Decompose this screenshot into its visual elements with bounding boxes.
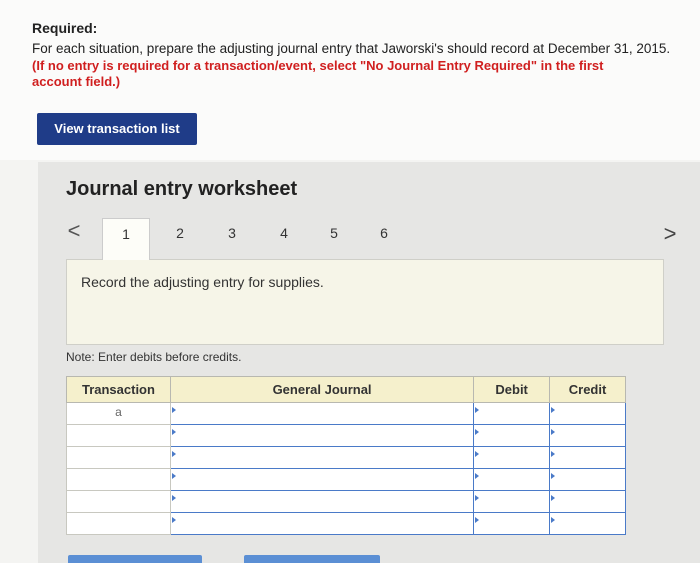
credit-input[interactable] <box>549 512 626 535</box>
tab-6[interactable]: 6 <box>360 218 408 248</box>
header-debit: Debit <box>473 376 551 403</box>
debit-input[interactable] <box>473 424 551 447</box>
transaction-cell: a <box>66 402 171 425</box>
table-row <box>66 512 626 535</box>
view-transaction-list-button[interactable]: View transaction list <box>37 113 197 145</box>
debit-input[interactable] <box>473 402 551 425</box>
instructions-panel: Required: For each situation, prepare th… <box>0 0 700 160</box>
required-label: Required: <box>32 20 98 36</box>
account-input[interactable] <box>169 512 475 535</box>
debit-input[interactable] <box>473 512 551 535</box>
instructions-text: For each situation, prepare the adjustin… <box>32 41 671 56</box>
credit-input[interactable] <box>549 446 626 469</box>
table-row <box>66 446 626 469</box>
account-input[interactable] <box>169 490 475 513</box>
tab-2[interactable]: 2 <box>156 218 204 248</box>
tab-1[interactable]: 1 <box>102 218 150 260</box>
chevron-right-icon[interactable]: > <box>660 222 680 246</box>
header-transaction: Transaction <box>66 376 171 403</box>
chevron-left-icon[interactable]: < <box>64 219 84 243</box>
credit-input[interactable] <box>549 468 626 491</box>
transaction-cell <box>66 424 171 447</box>
table-row <box>66 468 626 491</box>
instructions-note: (If no entry is required for a transacti… <box>32 58 604 89</box>
record-entry-button[interactable] <box>68 555 202 563</box>
worksheet-title: Journal entry worksheet <box>66 178 298 200</box>
transaction-cell <box>66 446 171 469</box>
transaction-cell <box>66 490 171 513</box>
debit-input[interactable] <box>473 468 551 491</box>
credit-input[interactable] <box>549 424 626 447</box>
debits-note: Note: Enter debits before credits. <box>66 350 242 364</box>
credit-input[interactable] <box>549 490 626 513</box>
account-input[interactable] <box>169 468 475 491</box>
header-general-journal: General Journal <box>169 376 475 403</box>
table-row <box>66 424 626 447</box>
table-row <box>66 490 626 513</box>
journal-table: Transaction General Journal Debit Credit… <box>66 376 626 535</box>
account-input[interactable] <box>169 424 475 447</box>
debit-input[interactable] <box>473 446 551 469</box>
journal-entry-worksheet: Journal entry worksheet < 1 2 3 4 5 6 > … <box>38 162 700 563</box>
account-input[interactable] <box>169 446 475 469</box>
tab-4[interactable]: 4 <box>260 218 308 248</box>
table-row: a <box>66 402 626 425</box>
header-credit: Credit <box>549 376 626 403</box>
tab-5[interactable]: 5 <box>310 218 358 248</box>
entry-prompt: Record the adjusting entry for supplies. <box>81 274 324 290</box>
tab-3[interactable]: 3 <box>208 218 256 248</box>
transaction-cell <box>66 512 171 535</box>
credit-input[interactable] <box>549 402 626 425</box>
account-input[interactable] <box>169 402 475 425</box>
transaction-cell <box>66 468 171 491</box>
clear-entry-button[interactable] <box>244 555 380 563</box>
tab-panel: Record the adjusting entry for supplies. <box>66 259 664 345</box>
debit-input[interactable] <box>473 490 551 513</box>
